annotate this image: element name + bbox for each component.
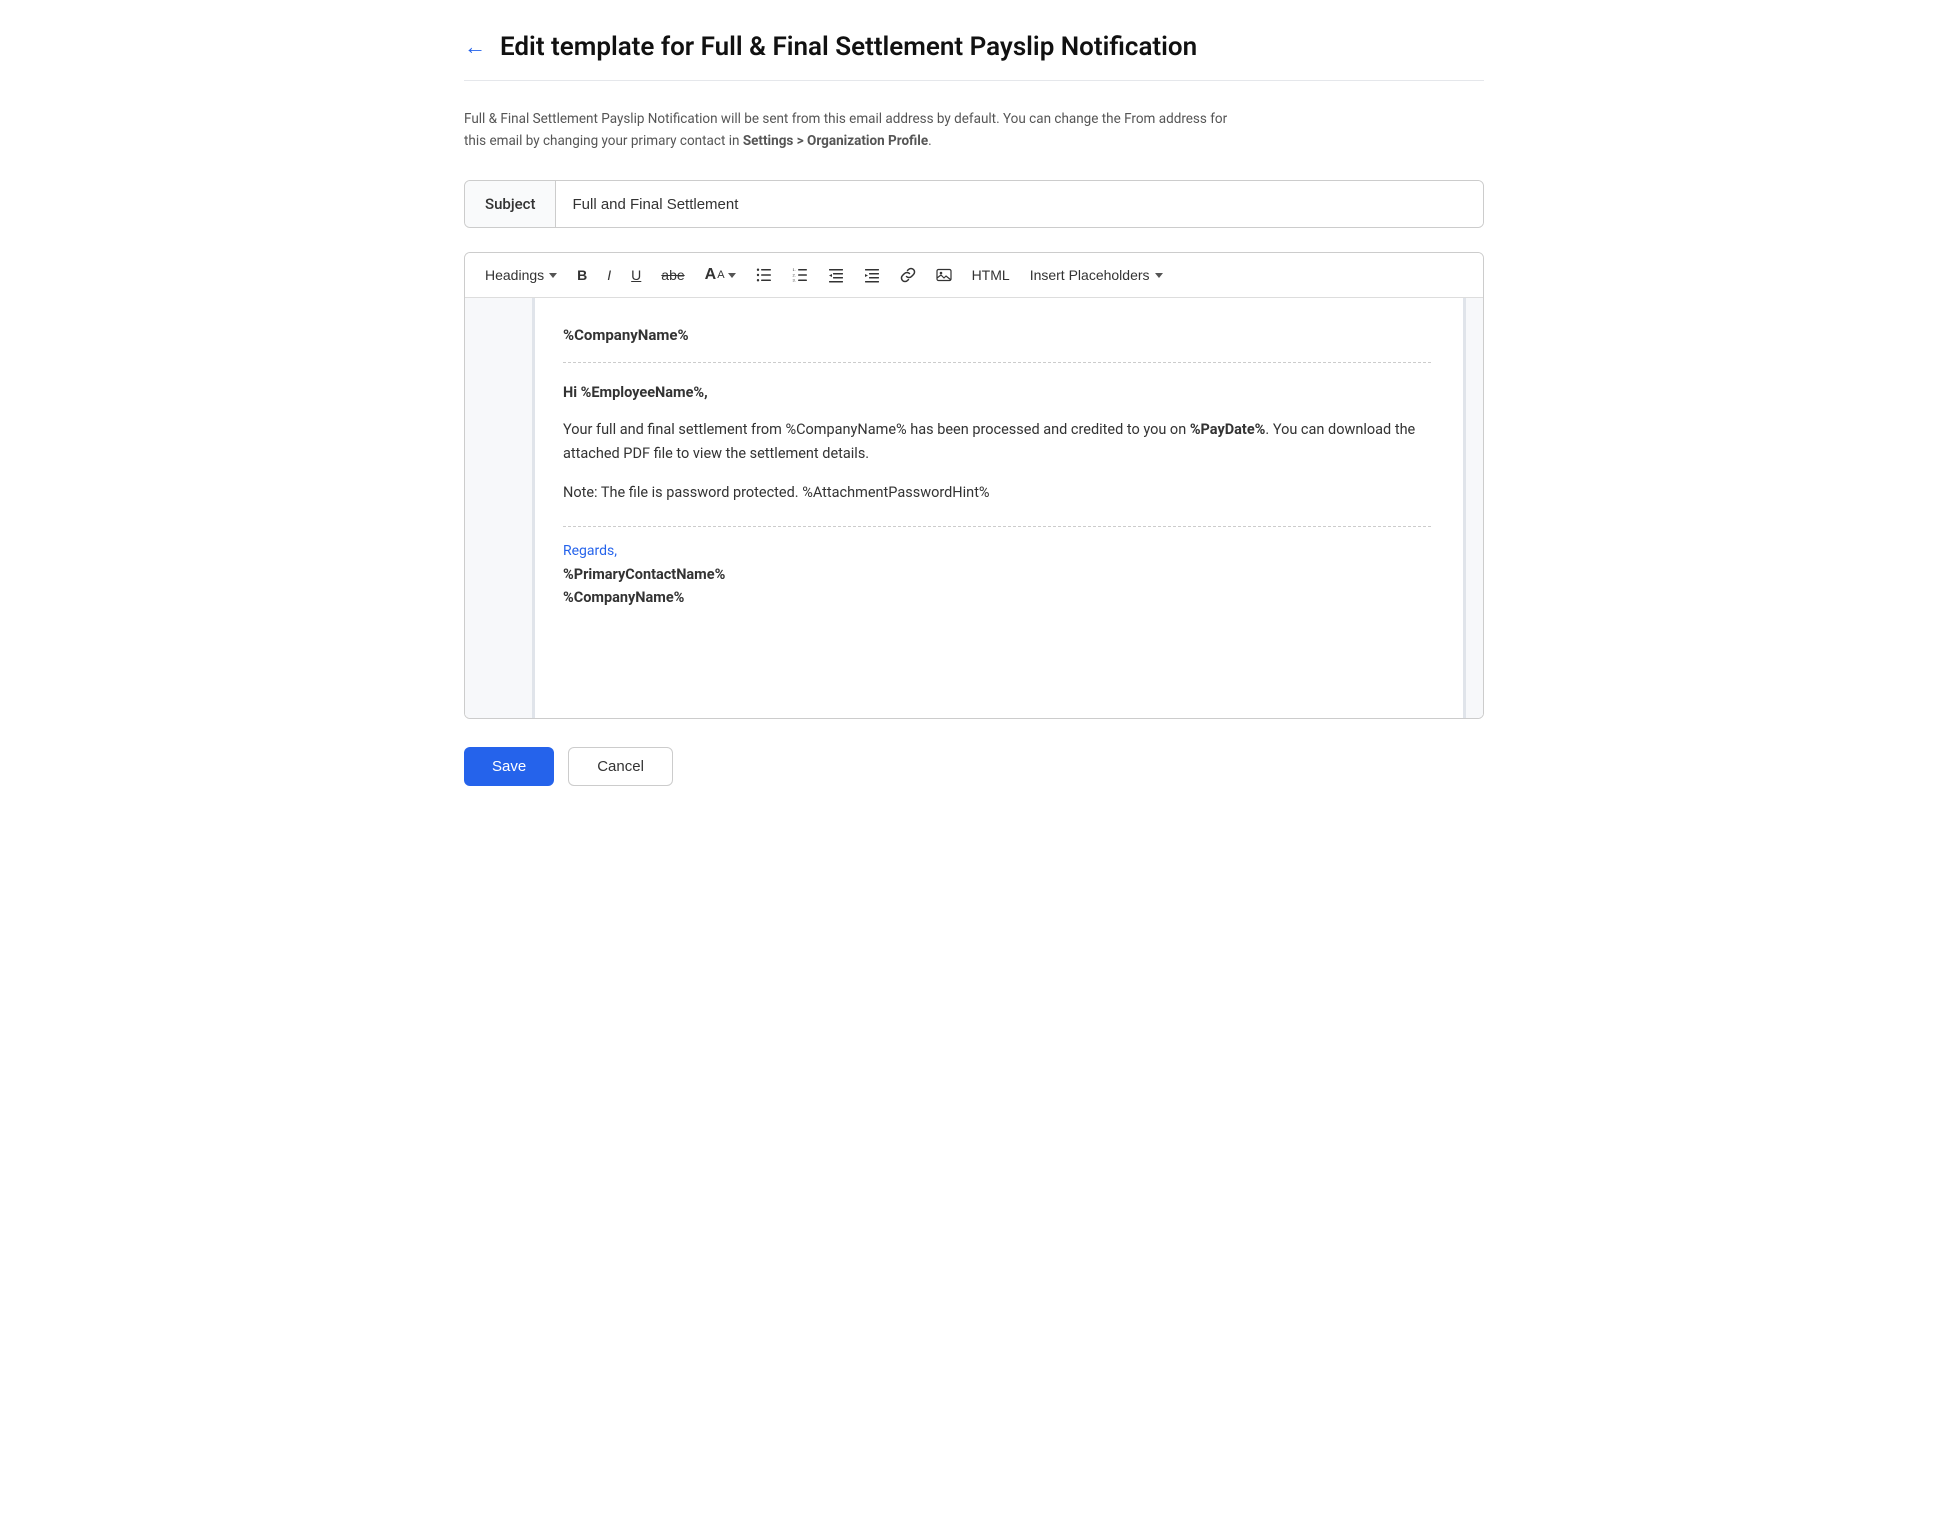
editor-body: %CompanyName% Hi %EmployeeName%, Your fu…: [465, 298, 1483, 718]
headings-chevron-icon: [549, 273, 557, 278]
email-signature-block: Regards, %PrimaryContactName% %CompanyNa…: [563, 543, 1431, 609]
email-para1-bold: %PayDate%: [1190, 421, 1266, 438]
email-regards: Regards,: [563, 543, 1431, 559]
font-size-button[interactable]: A A: [697, 261, 744, 289]
html-button[interactable]: HTML: [964, 262, 1018, 288]
company-name-text: %CompanyName%: [563, 326, 689, 344]
italic-button[interactable]: I: [599, 262, 619, 288]
insert-placeholders-chevron-icon: [1155, 273, 1163, 278]
link-button[interactable]: [892, 262, 924, 288]
underline-label: U: [631, 267, 641, 283]
email-para1: Your full and final settlement from %Com…: [563, 418, 1431, 467]
italic-label: I: [607, 267, 611, 283]
indent-increase-icon: [864, 267, 880, 283]
email-body: Hi %EmployeeName%, Your full and final s…: [563, 381, 1431, 506]
email-company-footer: %CompanyName%: [563, 589, 684, 606]
unordered-list-icon: [756, 267, 772, 283]
editor-content[interactable]: %CompanyName% Hi %EmployeeName%, Your fu…: [535, 298, 1463, 718]
subject-row: Subject: [464, 180, 1484, 228]
insert-placeholders-button[interactable]: Insert Placeholders: [1022, 262, 1171, 288]
strikethrough-label: abe: [661, 267, 684, 283]
company-name-block: %CompanyName%: [563, 326, 1431, 363]
bold-button[interactable]: B: [569, 262, 595, 288]
info-text-part1: Full & Final Settlement Payslip Notifica…: [464, 111, 1227, 127]
editor-left-margin: [465, 298, 535, 718]
indent-increase-button[interactable]: [856, 262, 888, 288]
unordered-list-button[interactable]: [748, 262, 780, 288]
email-primary-contact: %PrimaryContactName%: [563, 566, 725, 583]
ordered-list-icon: 1. 2. 3.: [792, 267, 808, 283]
page-header: ← Edit template for Full & Final Settlem…: [464, 32, 1484, 81]
ordered-list-button[interactable]: 1. 2. 3.: [784, 262, 816, 288]
font-size-large-a: A: [705, 266, 717, 284]
image-icon: [936, 267, 952, 283]
font-size-small-a: A: [717, 269, 724, 281]
html-label: HTML: [972, 267, 1010, 283]
font-size-chevron-icon: [728, 273, 736, 278]
back-arrow-icon: ←: [464, 34, 486, 60]
insert-placeholders-label: Insert Placeholders: [1030, 267, 1150, 283]
email-note: Note: The file is password protected. %A…: [563, 481, 1431, 506]
editor-right-margin: [1463, 298, 1483, 718]
email-divider: [563, 526, 1431, 527]
image-button[interactable]: [928, 262, 960, 288]
subject-input[interactable]: [556, 181, 1483, 227]
page-title: Edit template for Full & Final Settlemen…: [500, 32, 1197, 62]
footer-buttons: Save Cancel: [464, 747, 1484, 786]
strikethrough-button[interactable]: abe: [653, 262, 692, 288]
indent-decrease-button[interactable]: [820, 262, 852, 288]
indent-decrease-icon: [828, 267, 844, 283]
back-button[interactable]: ←: [464, 34, 486, 60]
link-icon: [900, 267, 916, 283]
cancel-button[interactable]: Cancel: [568, 747, 673, 786]
svg-text:3.: 3.: [792, 278, 795, 283]
info-settings-link[interactable]: Settings > Organization Profile: [743, 133, 928, 149]
email-greeting: Hi %EmployeeName%,: [563, 381, 1431, 406]
editor-toolbar: Headings B I U abe A A: [465, 253, 1483, 298]
headings-label: Headings: [485, 267, 544, 283]
email-para1-prefix: Your full and final settlement from %Com…: [563, 421, 1190, 438]
info-text: Full & Final Settlement Payslip Notifica…: [464, 109, 1484, 152]
subject-label: Subject: [465, 181, 556, 227]
save-button[interactable]: Save: [464, 747, 554, 786]
headings-dropdown-button[interactable]: Headings: [477, 262, 565, 288]
info-text-part2: this email by changing your primary cont…: [464, 133, 743, 149]
underline-button[interactable]: U: [623, 262, 649, 288]
email-signature: %PrimaryContactName% %CompanyName%: [563, 563, 1431, 609]
info-text-part3: .: [928, 133, 932, 149]
editor-container: Headings B I U abe A A: [464, 252, 1484, 719]
bold-label: B: [577, 267, 587, 283]
